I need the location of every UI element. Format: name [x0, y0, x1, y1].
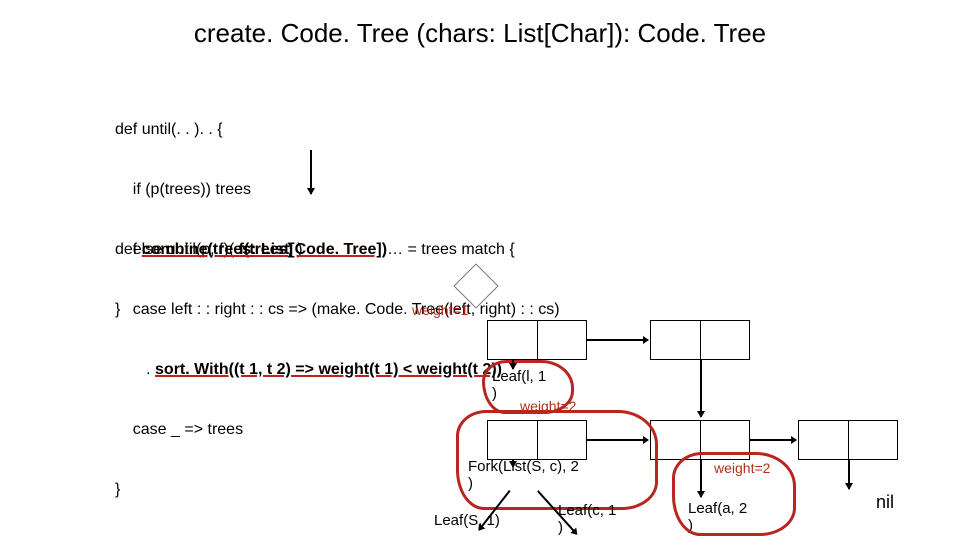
- link-arrow-icon: [512, 459, 514, 467]
- weight-label: weight=2: [520, 398, 576, 414]
- link-arrow-icon: [848, 459, 850, 489]
- node-nil: nil: [876, 492, 894, 513]
- weight-label: weight=1: [412, 302, 468, 318]
- node-fork: Fork(List(S, c), 2 ): [468, 458, 579, 492]
- node-leaf-l: Leaf(l, 1 ): [492, 368, 546, 402]
- arrow-ftrees-to-combine: [310, 150, 312, 194]
- code-line: case left : : right : : cs => (make. Cod…: [115, 300, 560, 320]
- highlight-combine-sig: combine(trees: List[Code. Tree]): [142, 241, 387, 258]
- list-cell: [487, 420, 587, 460]
- link-arrow-icon: [586, 339, 648, 341]
- link-arrow-icon: [749, 439, 796, 441]
- code-line: def combine(trees: List[Code. Tree])… = …: [115, 240, 560, 260]
- weight-label: weight=2: [714, 460, 770, 476]
- link-arrow-icon: [700, 359, 702, 417]
- list-cell: [798, 420, 898, 460]
- node-leaf-s: Leaf(S, 1): [434, 512, 500, 529]
- link-arrow-icon: [586, 439, 648, 441]
- node-leaf-a: Leaf(a, 2 ): [688, 500, 747, 534]
- code-line: def until(. . ). . {: [115, 120, 303, 140]
- code-line: if (p(trees)) trees: [115, 180, 303, 200]
- link-arrow-icon: [512, 359, 514, 369]
- list-cell: [650, 320, 750, 360]
- node-leaf-c: Leaf(c, 1 ): [558, 502, 616, 536]
- highlight-sortwith: sort. With((t 1, t 2) => weight(t 1) < w…: [155, 361, 502, 378]
- link-arrow-icon: [700, 459, 702, 497]
- page-title: create. Code. Tree (chars: List[Char]): …: [0, 18, 960, 49]
- list-cell: [650, 420, 750, 460]
- list-cell: [487, 320, 587, 360]
